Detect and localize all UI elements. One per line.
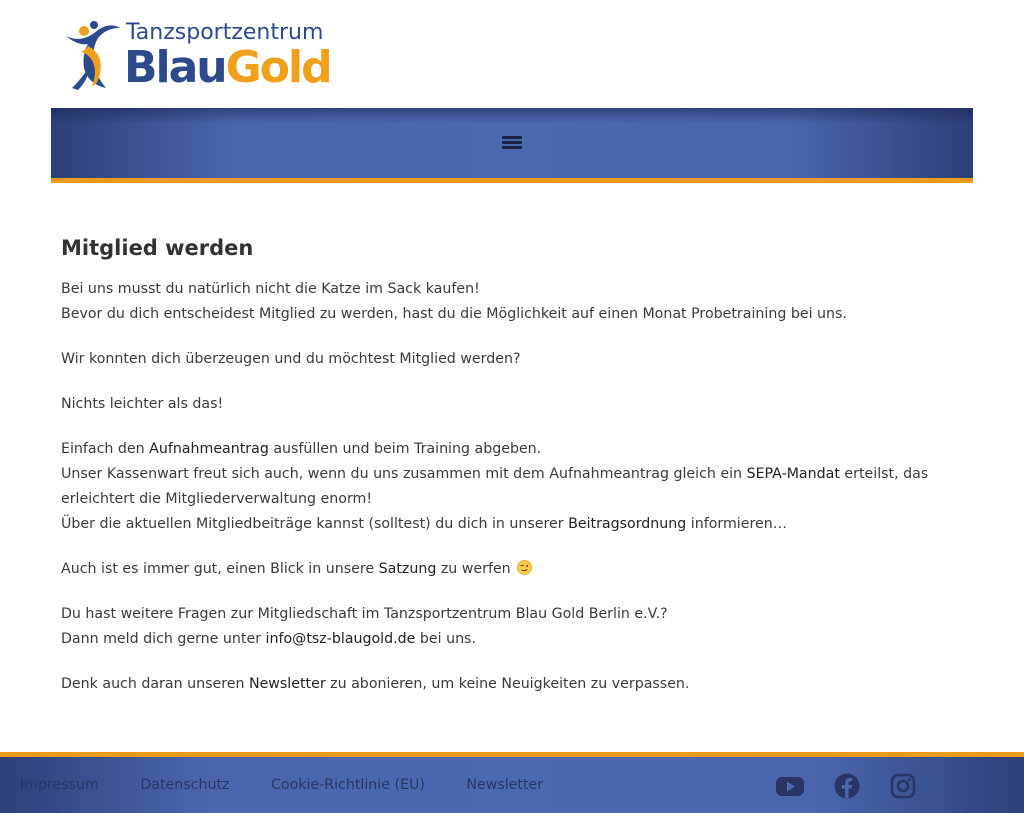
application-paragraph: Einfach den Aufnahmeantrag ausfüllen und… (61, 437, 961, 537)
text-span: ausfüllen und beim Training abgeben. (268, 441, 542, 457)
main-content: Mitglied werden Bei uns musst du natürli… (61, 233, 961, 697)
text-span: Dann meld dich gerne unter (61, 631, 266, 647)
instagram-icon[interactable] (888, 771, 918, 801)
main-navigation (51, 108, 973, 183)
text-span: Unser Kassenwart freut sich auch, wenn d… (61, 466, 747, 482)
newsletter-link[interactable]: Newsletter (249, 676, 326, 692)
intro-line-2: Bevor du dich entscheidest Mitglied zu w… (61, 306, 847, 322)
footer-link-datenschutz[interactable]: Datenschutz (140, 777, 229, 793)
text-span: Du hast weitere Fragen zur Mitgliedschaf… (61, 606, 668, 622)
text-span: informieren… (686, 516, 787, 532)
email-link[interactable]: info@tsz-blaugold.de (266, 631, 416, 647)
sepa-mandat-link[interactable]: SEPA-Mandat (747, 466, 840, 482)
question-paragraph: Wir konnten dich überzeugen und du möcht… (61, 351, 521, 367)
facebook-icon[interactable] (832, 771, 862, 801)
text-span: zu abonieren, um keine Neuigkeiten zu ve… (325, 676, 690, 692)
text-span: Denk auch daran unseren (61, 676, 249, 692)
svg-text:BlauGold: BlauGold (124, 42, 331, 92)
hamburger-menu-icon[interactable] (500, 134, 524, 152)
text-span: Auch ist es immer gut, einen Blick in un… (61, 561, 379, 577)
page-title: Mitglied werden (61, 236, 254, 260)
intro-line-1: Bei uns musst du natürlich nicht die Kat… (61, 281, 480, 297)
logo-graphic: Tanzsportzentrum BlauGold (66, 20, 333, 92)
winking-face-icon (517, 560, 533, 575)
logo-word-blau: Blau (124, 42, 226, 92)
site-logo[interactable]: Tanzsportzentrum BlauGold (64, 16, 336, 92)
footer-link-cookie-richtlinie[interactable]: Cookie-Richtlinie (EU) (271, 777, 425, 793)
text-span: bei uns. (415, 631, 476, 647)
newsletter-paragraph: Denk auch daran unseren Newsletter zu ab… (61, 672, 961, 697)
text-span: Über die aktuellen Mitgliedbeiträge kann… (61, 516, 569, 532)
footer-link-impressum[interactable]: Impressum (20, 777, 99, 793)
footer-link-newsletter[interactable]: Newsletter (466, 777, 543, 793)
statute-paragraph: Auch ist es immer gut, einen Blick in un… (61, 557, 961, 582)
logo-word-gold: Gold (226, 42, 331, 92)
aufnahmeantrag-link[interactable]: Aufnahmeantrag (149, 441, 269, 457)
footer-links: Impressum Datenschutz Cookie-Richtlinie … (20, 777, 580, 793)
satzung-link[interactable]: Satzung (379, 561, 437, 577)
easy-paragraph: Nichts leichter als das! (61, 396, 224, 412)
contact-paragraph: Du hast weitere Fragen zur Mitgliedschaf… (61, 602, 961, 652)
text-span: zu werfen (436, 561, 511, 577)
text-span: Einfach den (61, 441, 150, 457)
intro-paragraph: Bei uns musst du natürlich nicht die Kat… (61, 277, 961, 327)
beitragsordnung-link[interactable]: Beitragsordnung (568, 516, 686, 532)
site-footer: Impressum Datenschutz Cookie-Richtlinie … (0, 752, 1024, 813)
youtube-icon[interactable] (775, 771, 805, 801)
